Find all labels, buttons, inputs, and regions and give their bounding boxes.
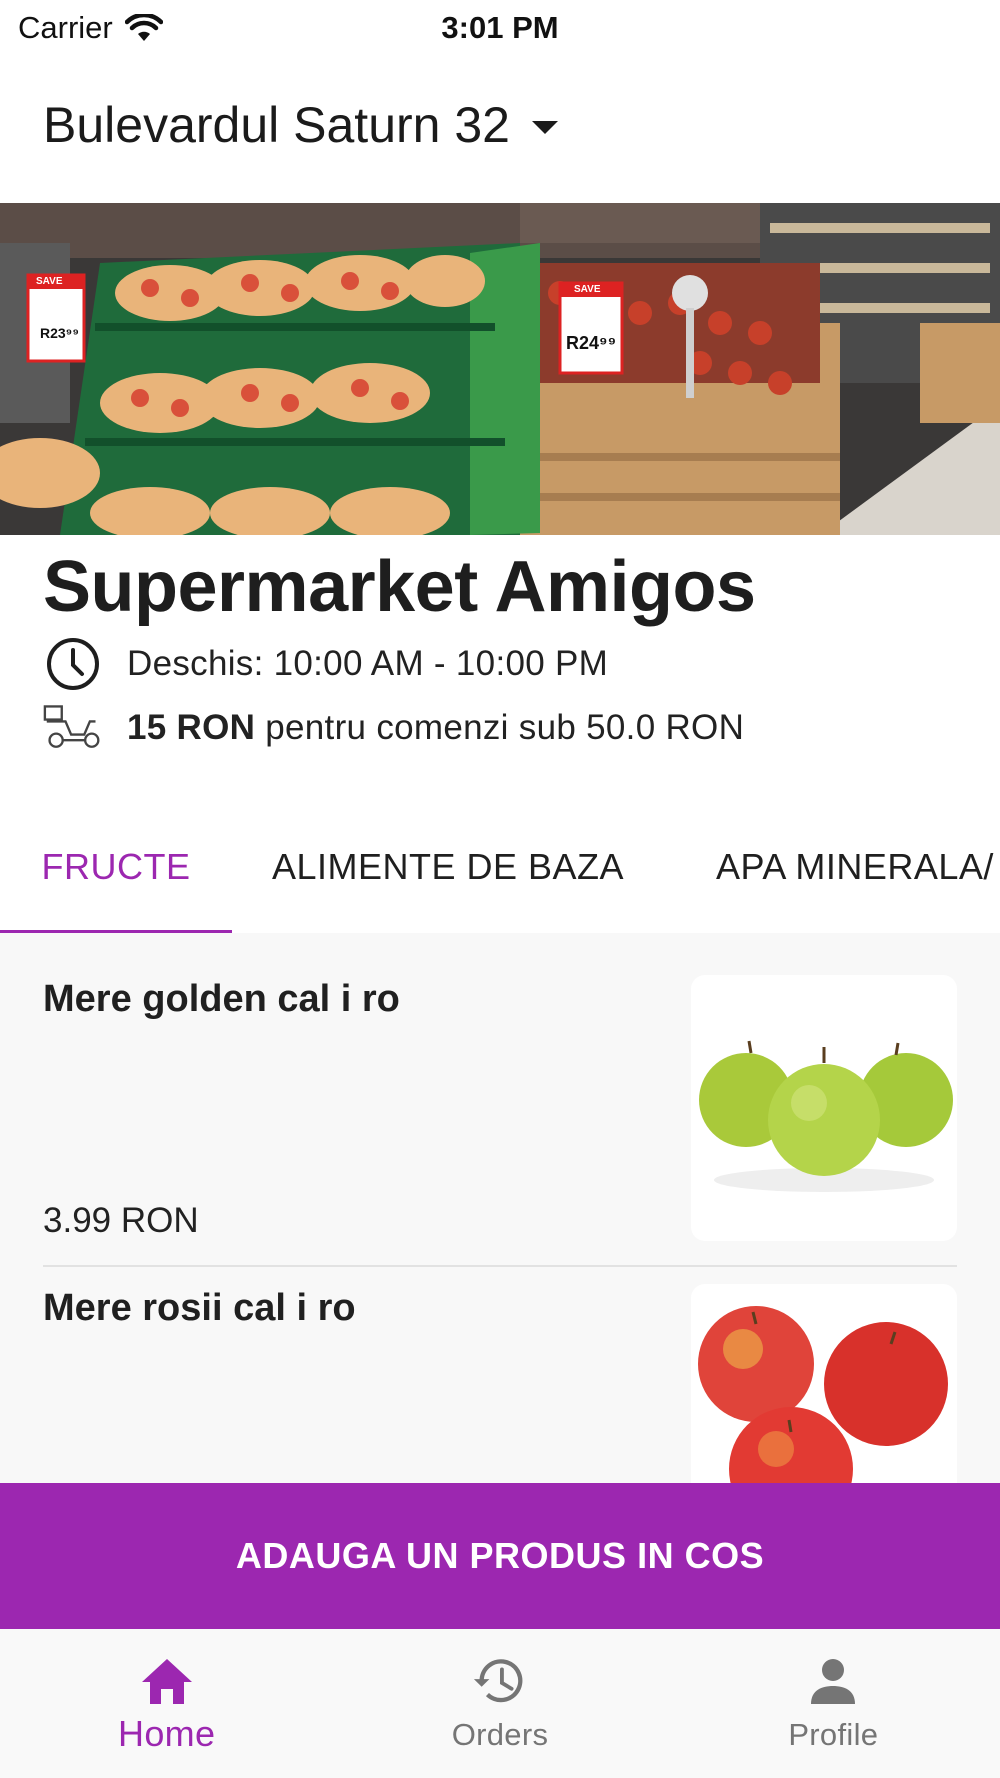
nav-orders[interactable]: Orders [333,1629,666,1778]
nav-profile[interactable]: Profile [667,1629,1000,1778]
banner-price-tag-1: R23⁹⁹ [40,325,79,341]
product-item[interactable]: Mere golden cal i ro 3.99 RON [43,933,957,1241]
product-list[interactable]: Mere golden cal i ro 3.99 RON Mere rosii… [0,933,1000,1483]
banner-save-tag-1: SAVE [36,276,63,287]
nav-orders-label: Orders [451,1717,549,1752]
tab-alimente-de-baza[interactable]: ALIMENTE DE BAZA [232,820,664,932]
nav-home[interactable]: Home [0,1629,333,1778]
status-bar: Carrier 3:01 PM [0,0,1000,56]
delivery-fee-row: 15 RON pentru comenzi sub 50.0 RON [43,700,744,756]
address-label: Bulevardul Saturn 32 [43,97,510,153]
address-selector[interactable]: Bulevardul Saturn 32 [43,96,558,154]
bottom-navigation: Home Orders Profile [0,1629,1000,1778]
home-icon [139,1653,195,1709]
product-price: 3.99 RON [43,1201,199,1240]
delivery-fee-text: 15 RON pentru comenzi sub 50.0 RON [127,708,744,748]
delivery-fee-amount: 15 RON [127,708,256,747]
banner-price-tag-2: R24⁹⁹ [566,333,617,353]
product-name: Mere rosii cal i ro [43,1287,356,1329]
banner-save-tag-2: SAVE [574,284,601,295]
person-icon [805,1653,861,1709]
history-icon [472,1653,528,1709]
nav-profile-label: Profile [788,1717,879,1752]
store-hours-row: Deschis: 10:00 AM - 10:00 PM [43,636,608,692]
tab-apa-minerala[interactable]: APA MINERALA/ [664,820,994,932]
add-to-cart-button[interactable]: ADAUGA UN PRODUS IN COS [0,1483,1000,1629]
category-tabs: FRUCTE ALIMENTE DE BAZA APA MINERALA/ [0,820,1000,932]
product-image-red-apples [691,1284,957,1483]
delivery-scooter-icon [43,700,103,756]
dropdown-arrow-icon [531,120,558,134]
tab-fructe[interactable]: FRUCTE [0,820,232,932]
product-item[interactable]: Mere rosii cal i ro [43,1242,957,1483]
store-hours: Deschis: 10:00 AM - 10:00 PM [127,644,609,683]
delivery-fee-note: pentru comenzi sub 50.0 RON [265,708,745,747]
nav-home-label: Home [118,1713,216,1754]
store-name: Supermarket Amigos [43,547,756,627]
store-banner-image: SAVE R23⁹⁹ SAVE R24⁹⁹ [0,203,1000,535]
clock-icon [43,636,103,692]
status-time: 3:01 PM [441,10,559,45]
product-image-green-apples [691,975,957,1241]
product-name: Mere golden cal i ro [43,978,400,1020]
